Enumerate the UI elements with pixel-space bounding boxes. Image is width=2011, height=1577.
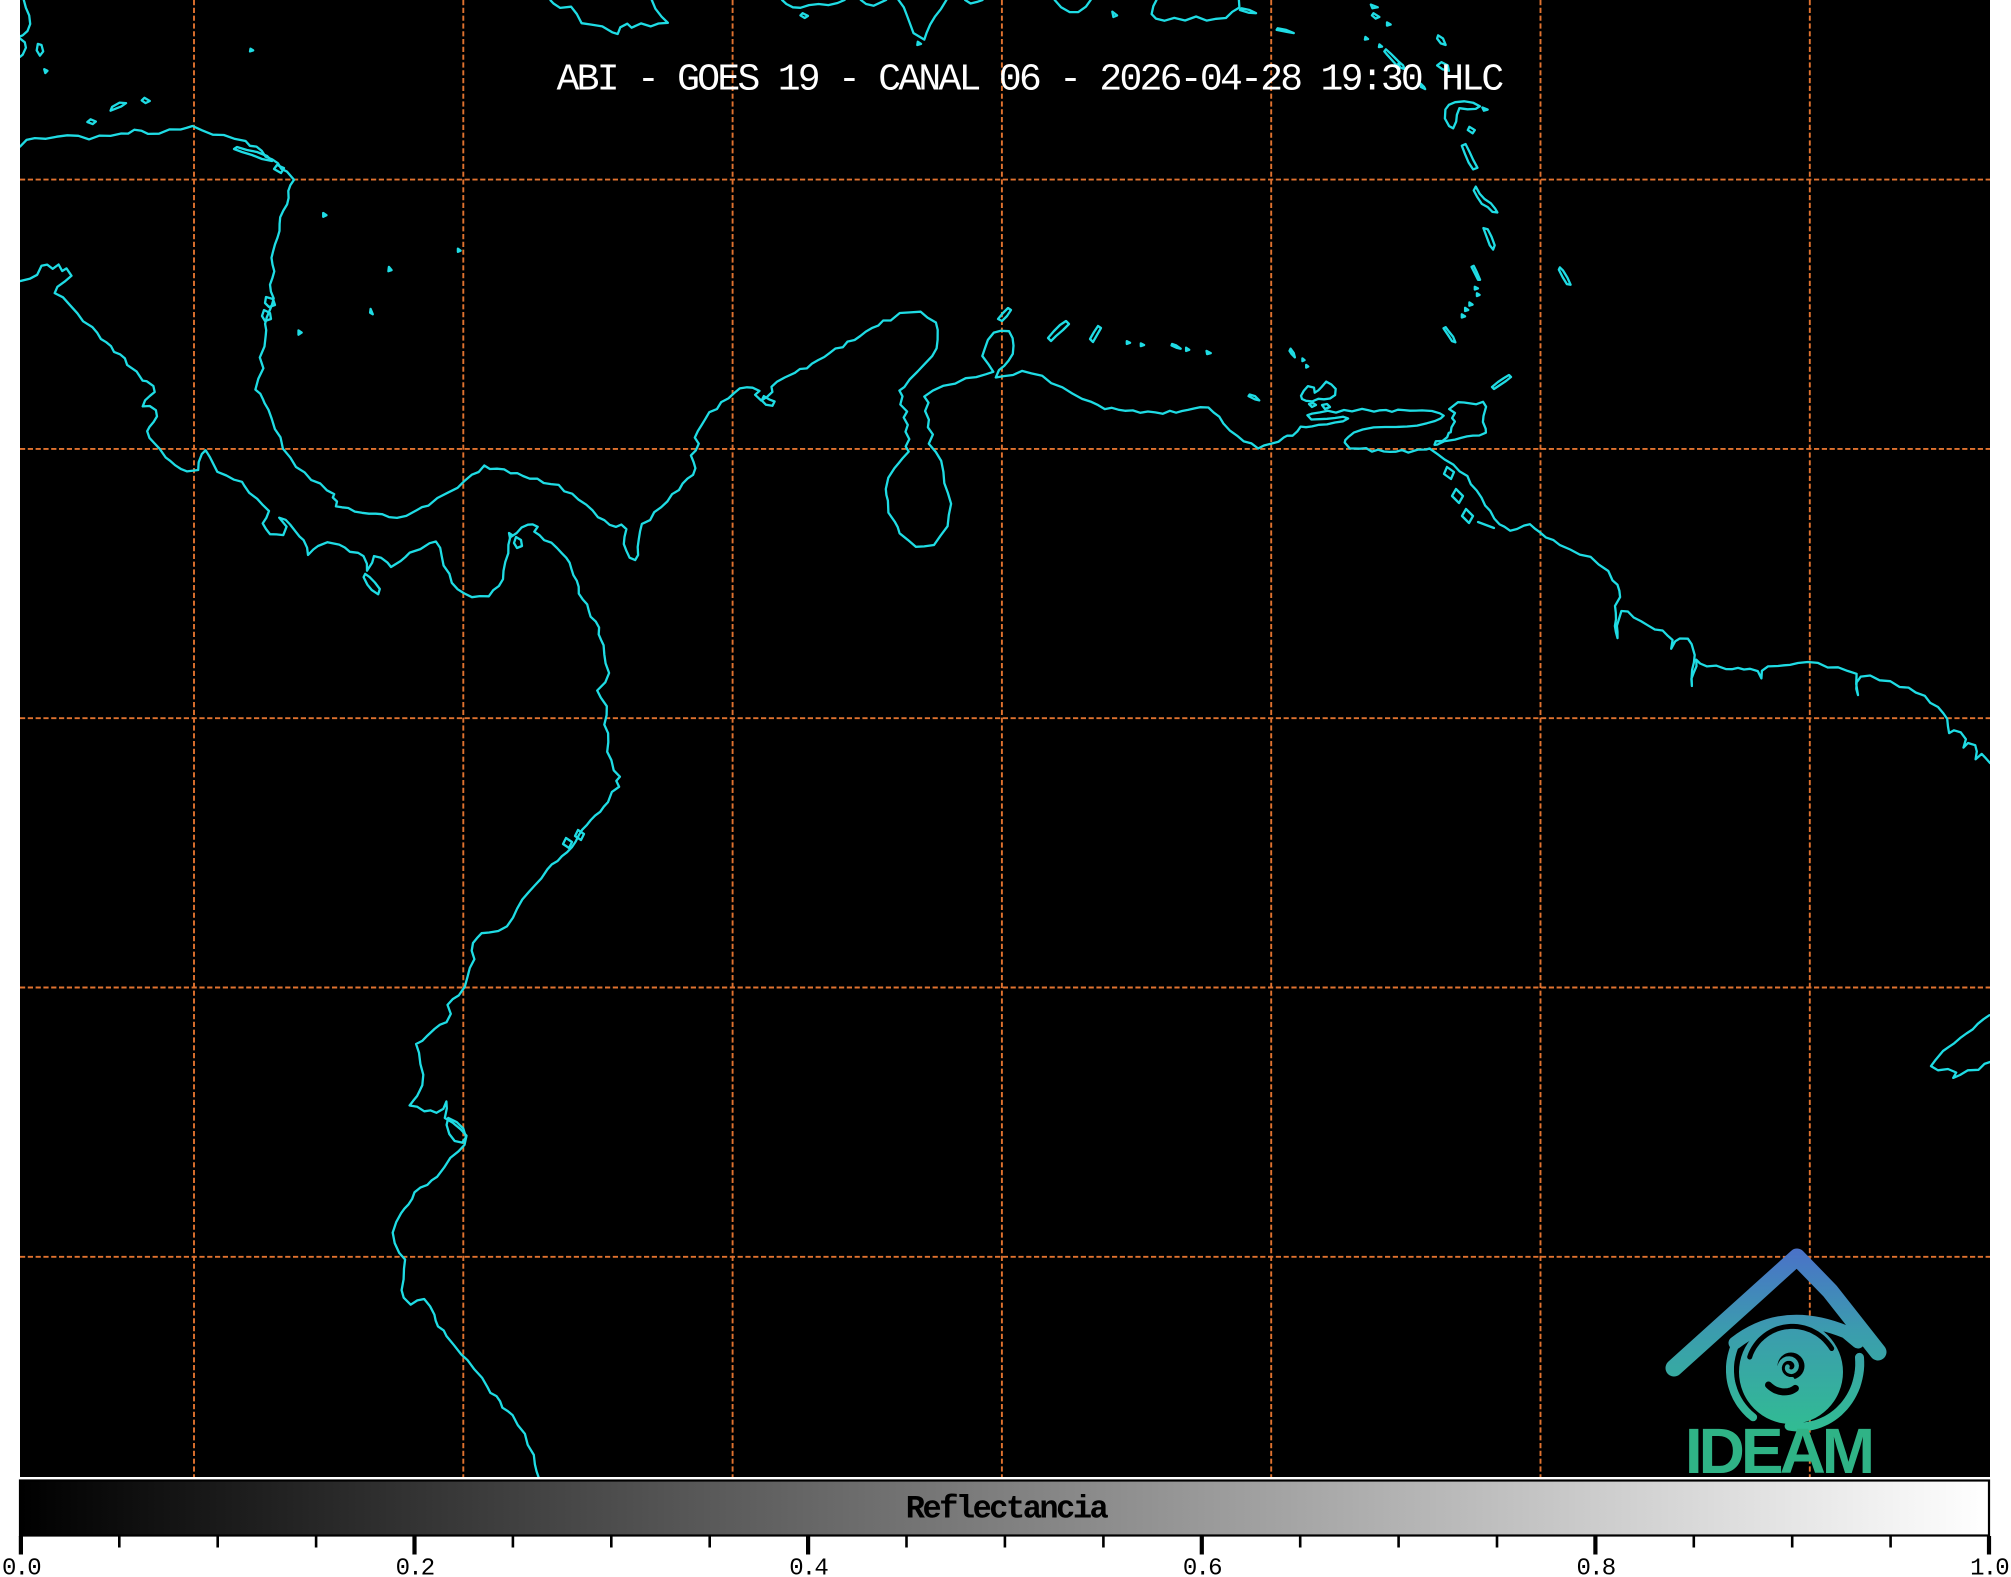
- svg-text:0.4: 0.4: [789, 1556, 828, 1577]
- svg-text:IDEAM: IDEAM: [1685, 1415, 1872, 1487]
- svg-text:0.8: 0.8: [1576, 1556, 1614, 1577]
- svg-text:Reflectancia: Reflectancia: [906, 1491, 1109, 1528]
- svg-text:0.0: 0.0: [2, 1556, 40, 1577]
- svg-text:ABI - GOES 19 - CANAL 06 - 202: ABI - GOES 19 - CANAL 06 - 2026-04-28 19…: [557, 59, 1504, 102]
- svg-text:0.6: 0.6: [1183, 1556, 1221, 1577]
- svg-text:0.2: 0.2: [396, 1556, 434, 1577]
- svg-text:1.0: 1.0: [1970, 1556, 2008, 1577]
